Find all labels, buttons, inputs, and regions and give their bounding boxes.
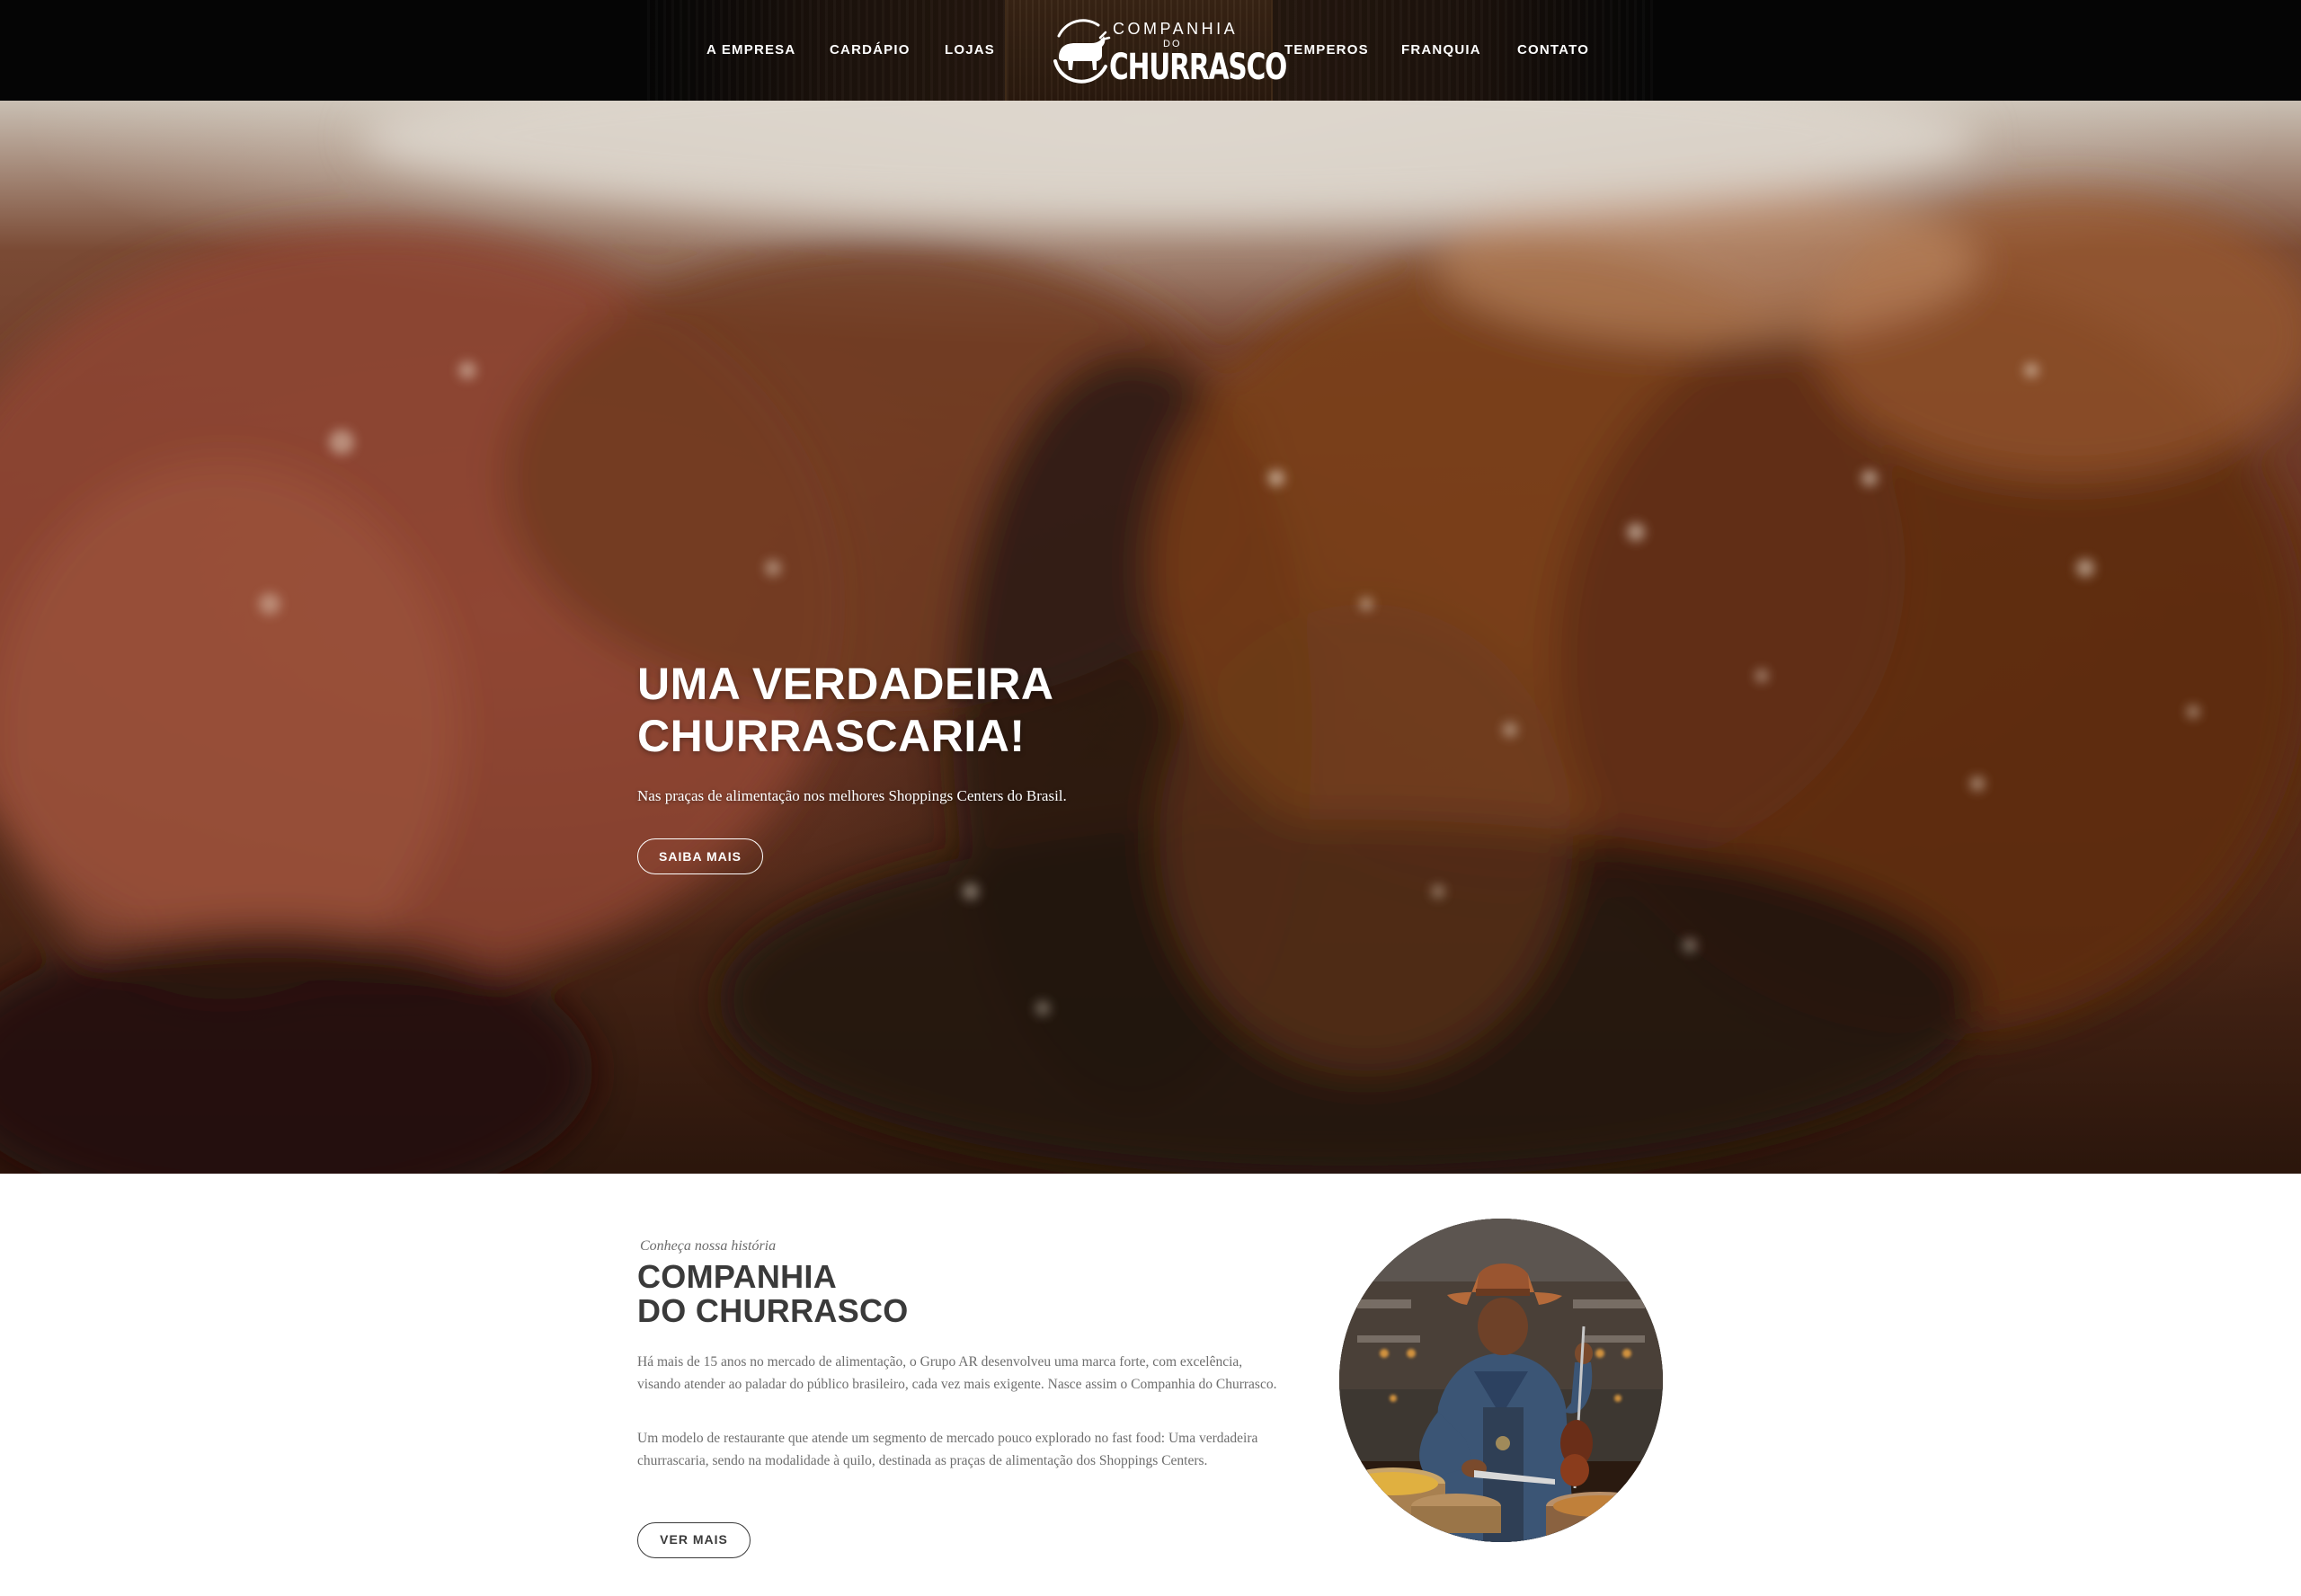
hero-banner: UMA VERDADEIRA CHURRASCARIA! Nas praças … <box>0 101 2301 1174</box>
nav-item-cardapio[interactable]: CARDÁPIO <box>830 40 911 61</box>
hero-title-line-1: UMA VERDADEIRA <box>637 659 1054 709</box>
about-title-line-2: DO CHURRASCO <box>637 1292 909 1329</box>
bull-icon <box>1053 19 1111 84</box>
nav-item-contato[interactable]: CONTATO <box>1517 40 1589 61</box>
nav-item-lojas[interactable]: LOJAS <box>945 40 995 61</box>
brand-logo[interactable]: COMPANHIA DO CHURRASCO <box>1043 13 1287 88</box>
chef-photo <box>1339 1219 1663 1542</box>
logo-text-churrasco: CHURRASCO <box>1109 47 1287 88</box>
chef-illustration <box>1339 1219 1663 1542</box>
saiba-mais-button[interactable]: SAIBA MAIS <box>637 838 763 874</box>
logo-text-companhia: COMPANHIA <box>1113 20 1239 38</box>
about-title-line-1: COMPANHIA <box>637 1258 838 1295</box>
hero-title: UMA VERDADEIRA CHURRASCARIA! <box>637 658 1356 762</box>
about-kicker: Conheça nossa história <box>640 1238 777 1254</box>
nav-item-temperos[interactable]: TEMPEROS <box>1284 40 1369 61</box>
nav-item-franquia[interactable]: FRANQUIA <box>1401 40 1481 61</box>
about-paragraph-2: Um modelo de restaurante que atende um s… <box>637 1431 1258 1468</box>
top-navbar: A EMPRESA CARDÁPIO LOJAS COMPANHIA DO CH… <box>0 0 2301 101</box>
hero-meat-image <box>0 101 2301 1174</box>
hero-title-line-2: CHURRASCARIA! <box>637 711 1026 761</box>
hero-subtitle: Nas praças de alimentação nos melhores S… <box>637 787 1067 804</box>
ver-mais-button[interactable]: VER MAIS <box>637 1522 751 1558</box>
about-title: COMPANHIA DO CHURRASCO <box>637 1260 1266 1328</box>
about-paragraph-1: Há mais de 15 anos no mercado de aliment… <box>637 1354 1277 1392</box>
nav-item-a-empresa[interactable]: A EMPRESA <box>706 40 795 61</box>
